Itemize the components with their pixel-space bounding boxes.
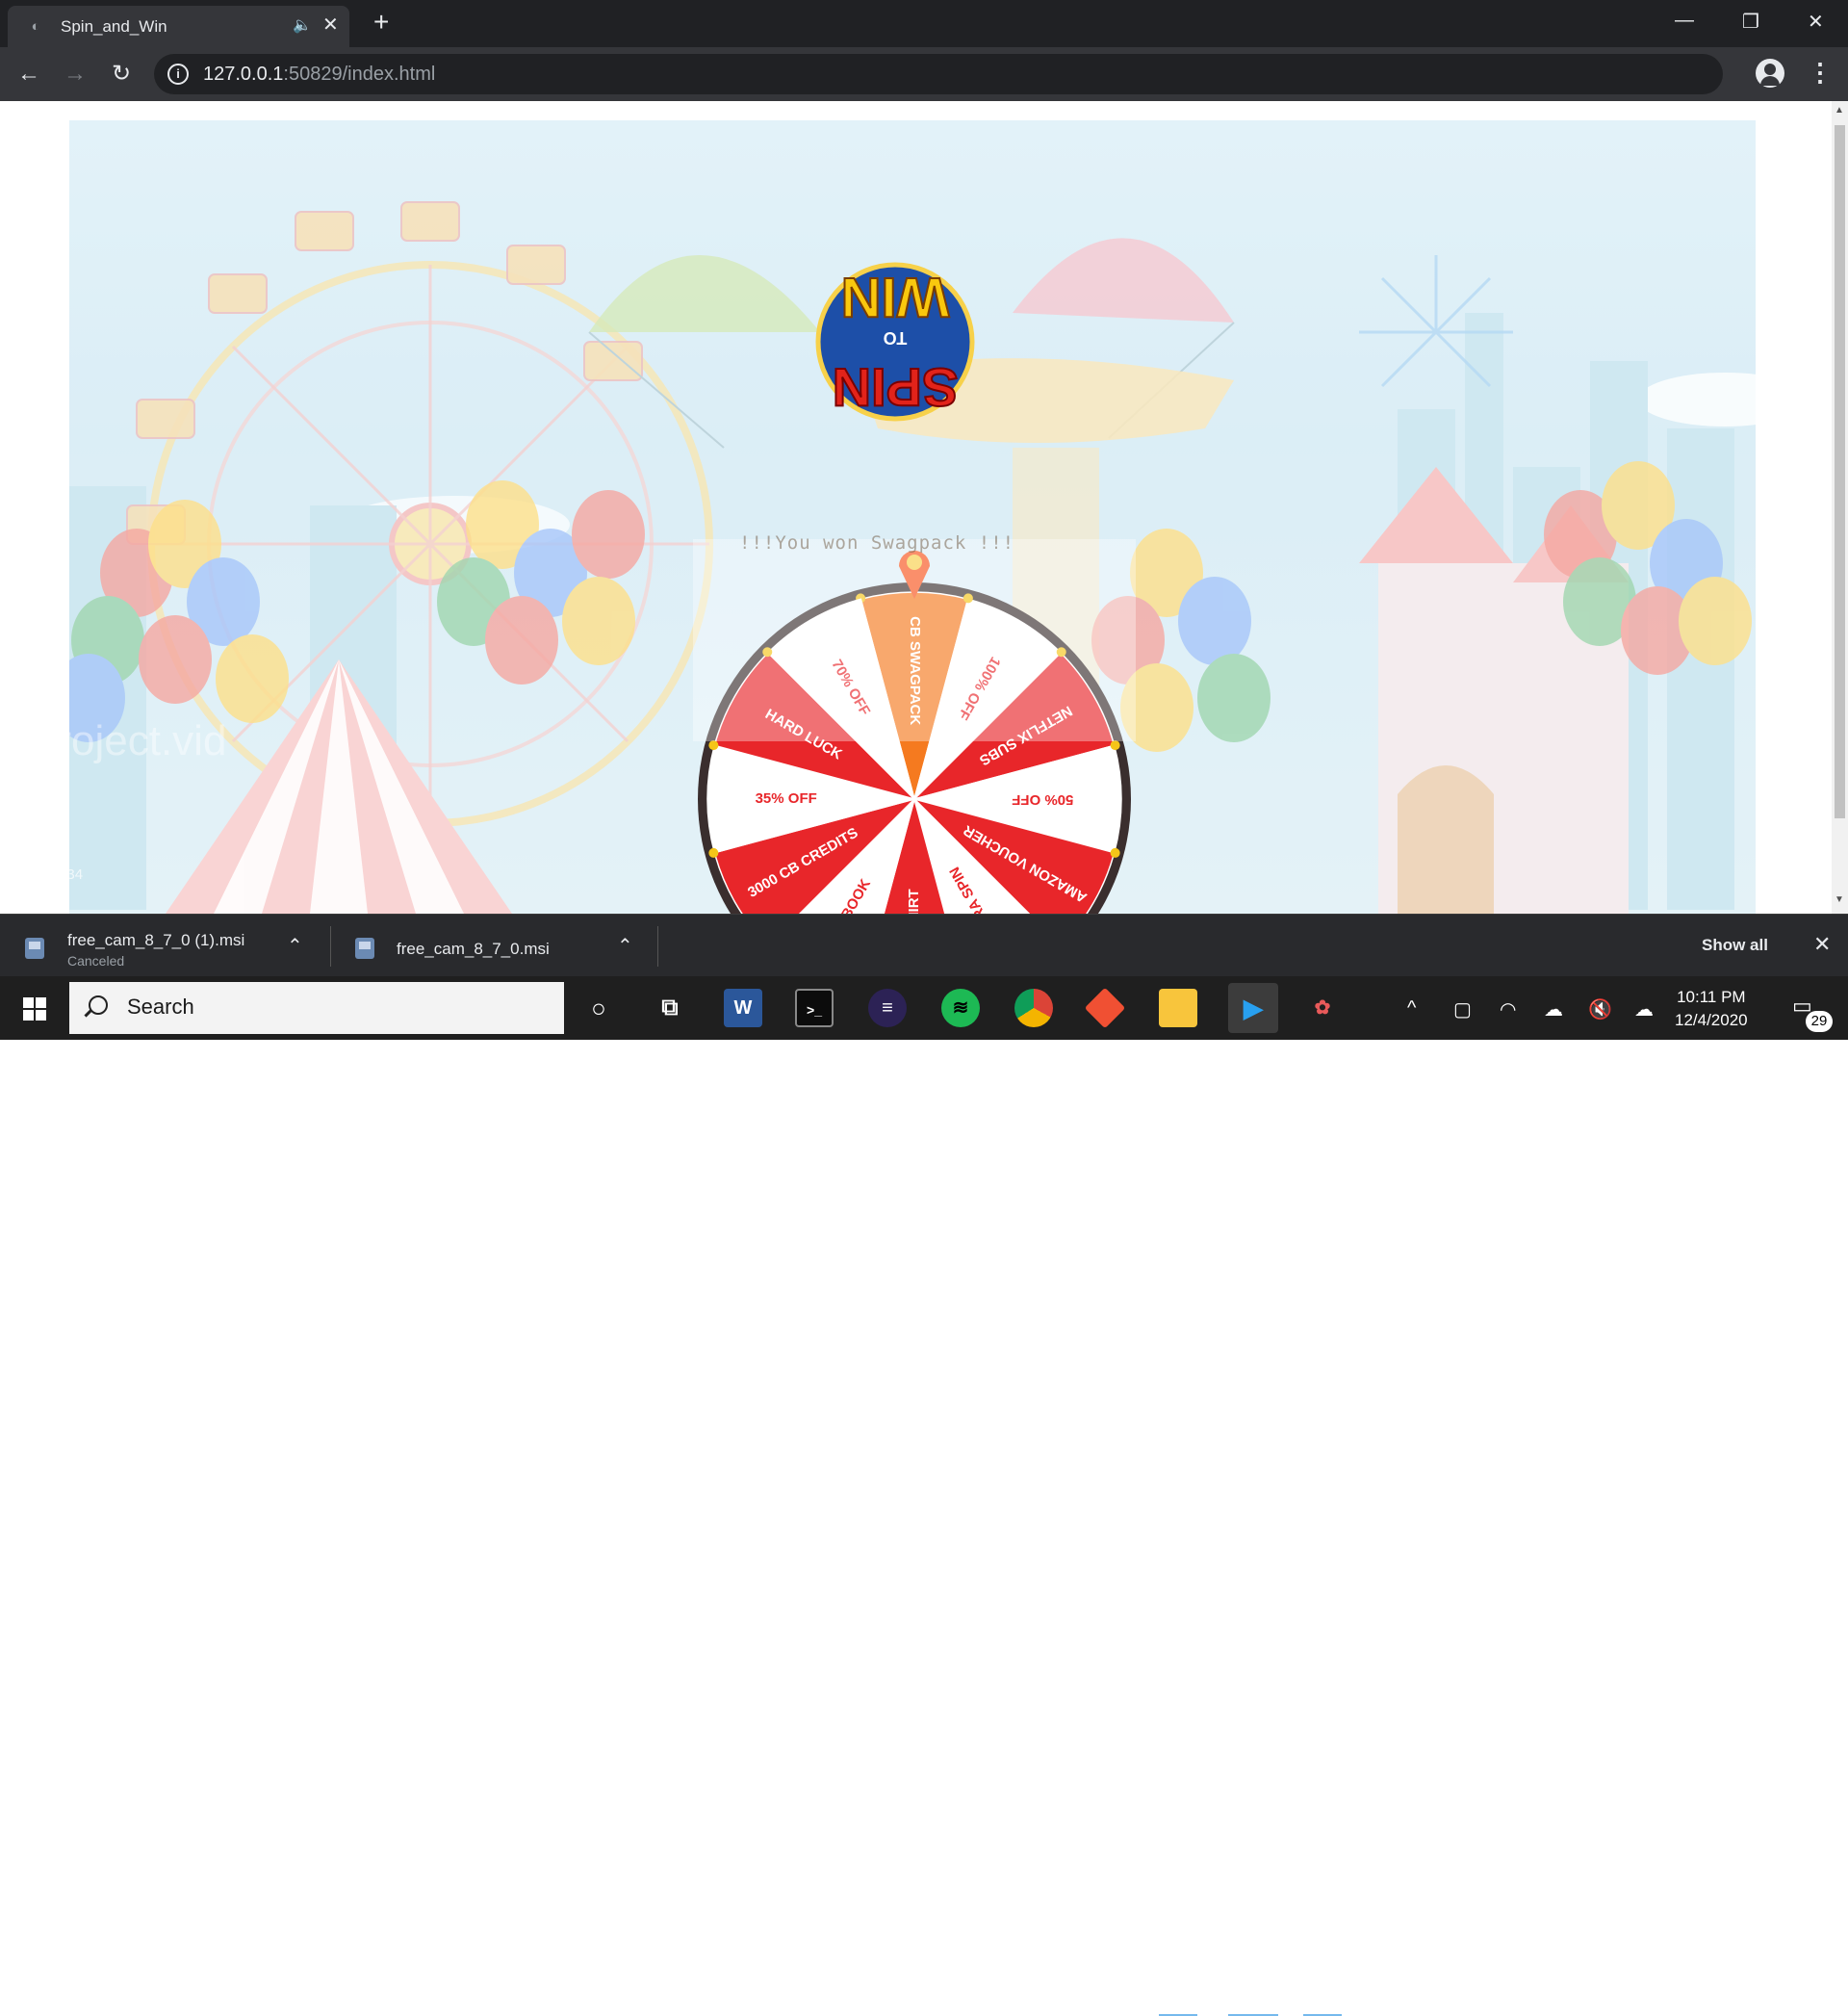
chevron-up-icon[interactable]: ⌃: [287, 934, 303, 958]
taskbar-search[interactable]: Search: [69, 982, 564, 1034]
onedrive-icon[interactable]: ☁: [1544, 997, 1563, 1021]
tray-chevron-icon[interactable]: ^: [1407, 997, 1416, 1020]
tab-close-icon[interactable]: ✕: [322, 14, 339, 36]
wheel-haze: [693, 539, 1136, 741]
download-item[interactable]: free_cam_8_7_0 (1).msi Canceled ⌃: [0, 915, 327, 977]
word-icon[interactable]: W: [724, 989, 762, 1027]
spotify-icon[interactable]: ≋: [941, 989, 980, 1027]
time-elapsed: 0:00:34: [35, 866, 84, 883]
show-all-button[interactable]: Show all: [1702, 936, 1768, 955]
clock-date: 12/4/2020: [1675, 1011, 1748, 1029]
search-placeholder: Search: [127, 995, 194, 1019]
media-player-icon[interactable]: ▶: [1228, 983, 1278, 1033]
reload-button[interactable]: ↻: [106, 59, 137, 90]
vertical-scrollbar[interactable]: ▲ ▼: [1832, 101, 1848, 914]
forward-button[interactable]: →: [60, 59, 90, 90]
chrome-icon[interactable]: [1014, 989, 1053, 1027]
system-clock[interactable]: 10:11 PM 12/4/2020: [1675, 986, 1748, 1032]
logo-text-to: TO: [884, 328, 908, 348]
spin-to-win-logo: WIN TO SPIN: [815, 262, 975, 422]
wheel-segment-label: 50% OFF: [1012, 791, 1073, 808]
scroll-up-icon[interactable]: ▲: [1835, 105, 1844, 116]
tab-title: Spin_and_Win: [61, 17, 167, 36]
spin-wheel[interactable]: CB SWAGPACK 100% OFFNETFLIX SUBS50% OFFAM…: [693, 539, 1136, 914]
browser-tab[interactable]: ◐ Spin_and_Win 🔈 ✕: [8, 6, 349, 47]
minimize-icon[interactable]: —: [1675, 10, 1694, 32]
url-host: 127.0.0.1: [203, 64, 284, 85]
eclipse-icon[interactable]: ≡: [868, 989, 907, 1027]
restore-icon[interactable]: ❐: [1742, 10, 1759, 34]
window-controls: — ❐ ✕: [1648, 0, 1848, 47]
wheel-peg: [1110, 740, 1120, 751]
installer-icon: [355, 938, 374, 959]
download-filename: free_cam_8_7_0 (1).msi: [67, 931, 245, 949]
logo-text-win: WIN: [841, 266, 950, 328]
file-explorer-icon[interactable]: [1159, 989, 1197, 1027]
download-filename: free_cam_8_7_0.msi: [397, 940, 550, 958]
notification-count: 29: [1806, 1011, 1833, 1032]
wifi-icon[interactable]: ◠: [1500, 997, 1516, 1021]
url-path: :50829/index.html: [283, 64, 436, 85]
windows-start-icon[interactable]: [23, 997, 46, 1021]
browser-titlebar: ◐ Spin_and_Win 🔈 ✕ + — ❐ ✕: [0, 0, 1848, 47]
downloads-close-icon[interactable]: ✕: [1813, 932, 1831, 957]
search-icon: [89, 995, 108, 1015]
paint-icon[interactable]: ✿: [1303, 989, 1342, 1027]
url-text[interactable]: 127.0.0.1:50829/index.html: [203, 64, 435, 86]
browser-toolbar: ← → ↻ i 127.0.0.1:50829/index.html ☆ ⋮: [0, 47, 1848, 101]
cortana-icon[interactable]: ○: [579, 989, 618, 1027]
meet-now-icon[interactable]: ▢: [1453, 997, 1472, 1021]
scroll-thumb[interactable]: [1835, 125, 1845, 818]
video-watermark: Project.vid: [29, 717, 227, 764]
menu-icon[interactable]: ⋮: [1808, 57, 1833, 88]
downloads-bar: free_cam_8_7_0 (1).msi Canceled ⌃ free_c…: [0, 914, 1848, 976]
wheel-segment-label: CB TSHIRT: [906, 889, 922, 914]
installer-icon: [25, 938, 44, 959]
volume-muted-icon[interactable]: 🔇: [1588, 997, 1612, 1021]
task-view-icon[interactable]: ⧉: [651, 989, 689, 1027]
wheel-peg: [708, 847, 719, 858]
divider: [657, 926, 658, 967]
wheel-peg: [708, 740, 719, 751]
info-icon[interactable]: i: [167, 64, 189, 85]
divider: [330, 926, 331, 967]
result-text: !!!You won Swagpack !!!: [739, 532, 1015, 554]
profile-avatar[interactable]: [1756, 59, 1784, 88]
wheel-segment-label: 35% OFF: [756, 790, 817, 807]
clock-time: 10:11 PM: [1677, 988, 1746, 1006]
globe-icon: ◐: [31, 18, 40, 35]
windows-taskbar: Search ○ ⧉ W >_ ≡ ≋ ▶ ✿ ^ ▢ ◠ ☁ 🔇 ☁ 10:1…: [0, 976, 1848, 2016]
back-button[interactable]: ←: [13, 59, 44, 90]
address-bar[interactable]: i 127.0.0.1:50829/index.html ☆: [154, 54, 1723, 94]
wheel-peg: [1110, 847, 1120, 858]
logo-text-spin: SPIN: [833, 357, 959, 418]
chevron-up-icon[interactable]: ⌃: [617, 934, 633, 958]
time-remaining: 0:00:13: [1758, 866, 1807, 883]
window-close-icon[interactable]: ✕: [1808, 10, 1824, 34]
download-status: Canceled: [67, 953, 125, 969]
page-content: WIN TO SPIN Project.vid 0:00:34 0:00:13 …: [0, 101, 1832, 914]
more-icon[interactable]: ⋯: [1761, 906, 1786, 914]
cloud-upload-icon[interactable]: ☁: [1634, 997, 1654, 1021]
scroll-down-icon[interactable]: ▼: [1835, 894, 1844, 905]
new-tab-button[interactable]: +: [373, 8, 389, 37]
terminal-icon[interactable]: >_: [795, 989, 834, 1027]
git-icon[interactable]: [1084, 987, 1126, 1029]
speaker-icon[interactable]: 🔈: [293, 15, 312, 35]
download-item[interactable]: free_cam_8_7_0.msi ⌃: [332, 915, 659, 977]
